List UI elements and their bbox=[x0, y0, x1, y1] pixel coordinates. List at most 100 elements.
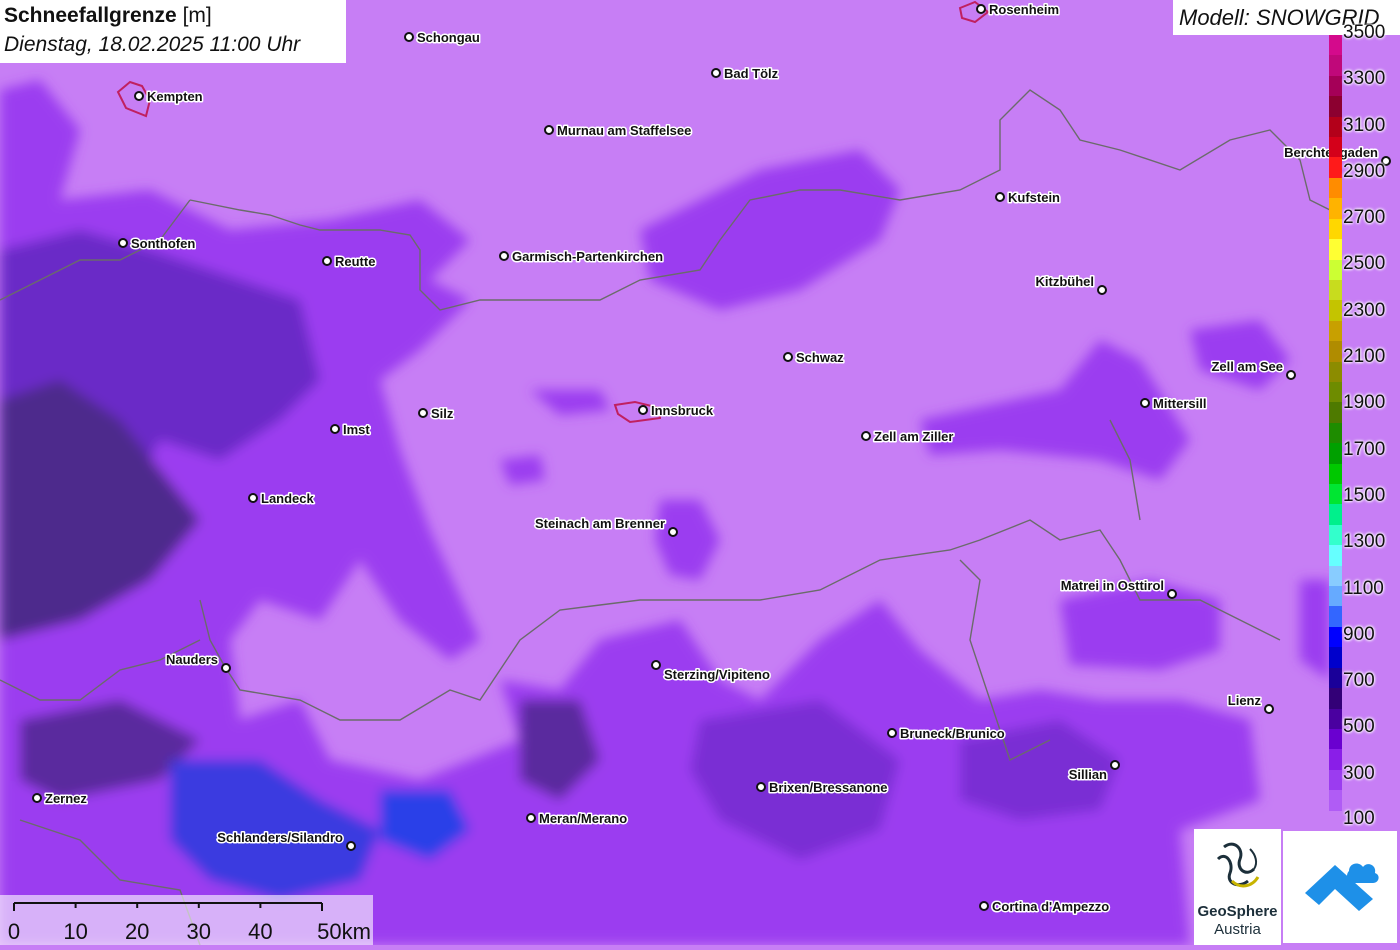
legend-label: 700 bbox=[1343, 670, 1375, 691]
legend-swatch bbox=[1329, 320, 1342, 342]
city-label: Murnau am Staffelsee bbox=[557, 123, 691, 138]
legend-swatch bbox=[1329, 790, 1342, 812]
city-rosenheim[interactable]: Rosenheim bbox=[976, 1, 1061, 19]
map-title: Schneefallgrenze [m] bbox=[4, 4, 212, 28]
geosphere-mark-icon bbox=[1216, 842, 1260, 888]
legend-label: 3100 bbox=[1343, 115, 1386, 136]
legend-swatch bbox=[1329, 484, 1342, 505]
city-label: Zell am Ziller bbox=[874, 429, 953, 444]
city-marker-icon bbox=[1264, 704, 1274, 714]
legend-label: 2700 bbox=[1343, 207, 1386, 228]
city-label: Cortina d'Ampezzo bbox=[992, 899, 1109, 914]
scale-label: 50km bbox=[317, 919, 371, 944]
legend-label: 1700 bbox=[1343, 439, 1386, 460]
city-marker-icon bbox=[1097, 285, 1107, 295]
city-garmisch-partenkirchen[interactable]: Garmisch-Partenkirchen bbox=[499, 248, 665, 266]
city-label: Landeck bbox=[261, 491, 315, 506]
title-main: Schneefallgrenze bbox=[4, 4, 177, 27]
legend-swatch bbox=[1329, 55, 1342, 77]
legend-swatch bbox=[1329, 647, 1342, 669]
city-marker-icon bbox=[711, 68, 721, 78]
city-marker-icon bbox=[404, 32, 414, 42]
city-label: Bruneck/Brunico bbox=[900, 726, 1005, 741]
city-label: Schwaz bbox=[796, 350, 844, 365]
city-label: Sterzing/Vipiteno bbox=[664, 667, 770, 682]
legend-swatch bbox=[1329, 341, 1342, 363]
city-label: Brixen/Bressanone bbox=[769, 780, 888, 795]
city-label: Matrei in Osttirol bbox=[1061, 578, 1164, 593]
city-marker-icon bbox=[668, 527, 678, 537]
legend-swatch bbox=[1329, 606, 1342, 628]
scale-label: 20 bbox=[124, 919, 150, 944]
legend-label: 1300 bbox=[1343, 531, 1386, 552]
legend-swatch bbox=[1329, 443, 1342, 465]
city-label: Zernez bbox=[45, 791, 87, 806]
city-label: Meran/Merano bbox=[539, 811, 627, 826]
app-logo bbox=[1283, 831, 1397, 943]
city-marker-icon bbox=[638, 405, 648, 415]
city-bruneck-brunico[interactable]: Bruneck/Brunico bbox=[887, 725, 1006, 743]
city-marker-icon bbox=[526, 813, 536, 823]
legend-swatch bbox=[1329, 524, 1342, 546]
city-label: Schlanders/Silandro bbox=[217, 830, 343, 845]
city-marker-icon bbox=[995, 192, 1005, 202]
legend-label: 500 bbox=[1343, 716, 1375, 737]
scale-label: 30 bbox=[186, 919, 212, 944]
city-schongau[interactable]: Schongau bbox=[404, 29, 481, 47]
city-zell-am-ziller[interactable]: Zell am Ziller bbox=[861, 428, 955, 446]
city-marker-icon bbox=[418, 408, 428, 418]
city-label: Lienz bbox=[1228, 693, 1262, 708]
legend-label: 2500 bbox=[1343, 253, 1386, 274]
city-label: Rosenheim bbox=[989, 2, 1059, 17]
legend-swatch bbox=[1329, 157, 1342, 179]
legend-swatch bbox=[1329, 279, 1342, 301]
legend-swatch bbox=[1329, 586, 1342, 607]
title-box: Schneefallgrenze [m] Dienstag, 18.02.202… bbox=[0, 0, 346, 63]
city-marker-icon bbox=[1140, 398, 1150, 408]
city-label: Reutte bbox=[335, 254, 375, 269]
city-marker-icon bbox=[979, 901, 989, 911]
city-sonthofen[interactable]: Sonthofen bbox=[118, 235, 197, 253]
legend-swatch bbox=[1329, 708, 1342, 730]
legend-swatch bbox=[1329, 504, 1342, 526]
legend-swatch bbox=[1329, 728, 1342, 750]
legend-swatch bbox=[1329, 198, 1342, 220]
city-marker-icon bbox=[1167, 589, 1177, 599]
legend-label: 900 bbox=[1343, 624, 1375, 645]
city-brixen-bressanone[interactable]: Brixen/Bressanone bbox=[756, 779, 889, 797]
legend-swatch bbox=[1329, 749, 1342, 771]
city-innsbruck[interactable]: Innsbruck bbox=[638, 402, 715, 420]
city-label: Imst bbox=[343, 422, 370, 437]
city-marker-icon bbox=[346, 841, 356, 851]
legend-label: 3500 bbox=[1343, 22, 1386, 43]
city-marker-icon bbox=[221, 663, 231, 673]
legend-swatch bbox=[1329, 35, 1342, 56]
city-marker-icon bbox=[322, 256, 332, 266]
city-murnau-am-staffelsee[interactable]: Murnau am Staffelsee bbox=[544, 122, 693, 140]
city-label: Sillian bbox=[1069, 767, 1107, 782]
legend-label: 100 bbox=[1343, 808, 1375, 829]
legend-swatch bbox=[1329, 565, 1342, 587]
city-marker-icon bbox=[651, 660, 661, 670]
snowline-map[interactable]: Rosenheim Schongau Bad Tölz Kempten Murnau a… bbox=[0, 0, 1400, 945]
city-meran-merano[interactable]: Meran/Merano bbox=[526, 810, 629, 828]
city-cortina-d-ampezzo[interactable]: Cortina d'Ampezzo bbox=[979, 898, 1111, 916]
city-marker-icon bbox=[861, 431, 871, 441]
city-marker-icon bbox=[783, 352, 793, 362]
geosphere-logo: GeoSphere Austria bbox=[1194, 829, 1281, 945]
legend-label: 3300 bbox=[1343, 68, 1386, 89]
city-marker-icon bbox=[887, 728, 897, 738]
legend-swatch bbox=[1329, 769, 1342, 791]
color-legend: 3500 3300 3100 2900 2700 2500 2300 2100 1900 1700… bbox=[1329, 22, 1400, 832]
city-marker-icon bbox=[1286, 370, 1296, 380]
legend-swatch bbox=[1329, 259, 1342, 281]
city-label: Kitzbühel bbox=[1036, 274, 1095, 289]
legend-swatch bbox=[1329, 667, 1342, 689]
legend-swatch bbox=[1329, 688, 1342, 710]
legend-swatch bbox=[1329, 218, 1342, 240]
map-datetime: Dienstag, 18.02.2025 11:00 Uhr bbox=[4, 33, 301, 56]
city-label: Mittersill bbox=[1153, 396, 1206, 411]
legend-swatch bbox=[1329, 402, 1342, 424]
city-marker-icon bbox=[976, 4, 986, 14]
legend-label: 1500 bbox=[1343, 485, 1386, 506]
